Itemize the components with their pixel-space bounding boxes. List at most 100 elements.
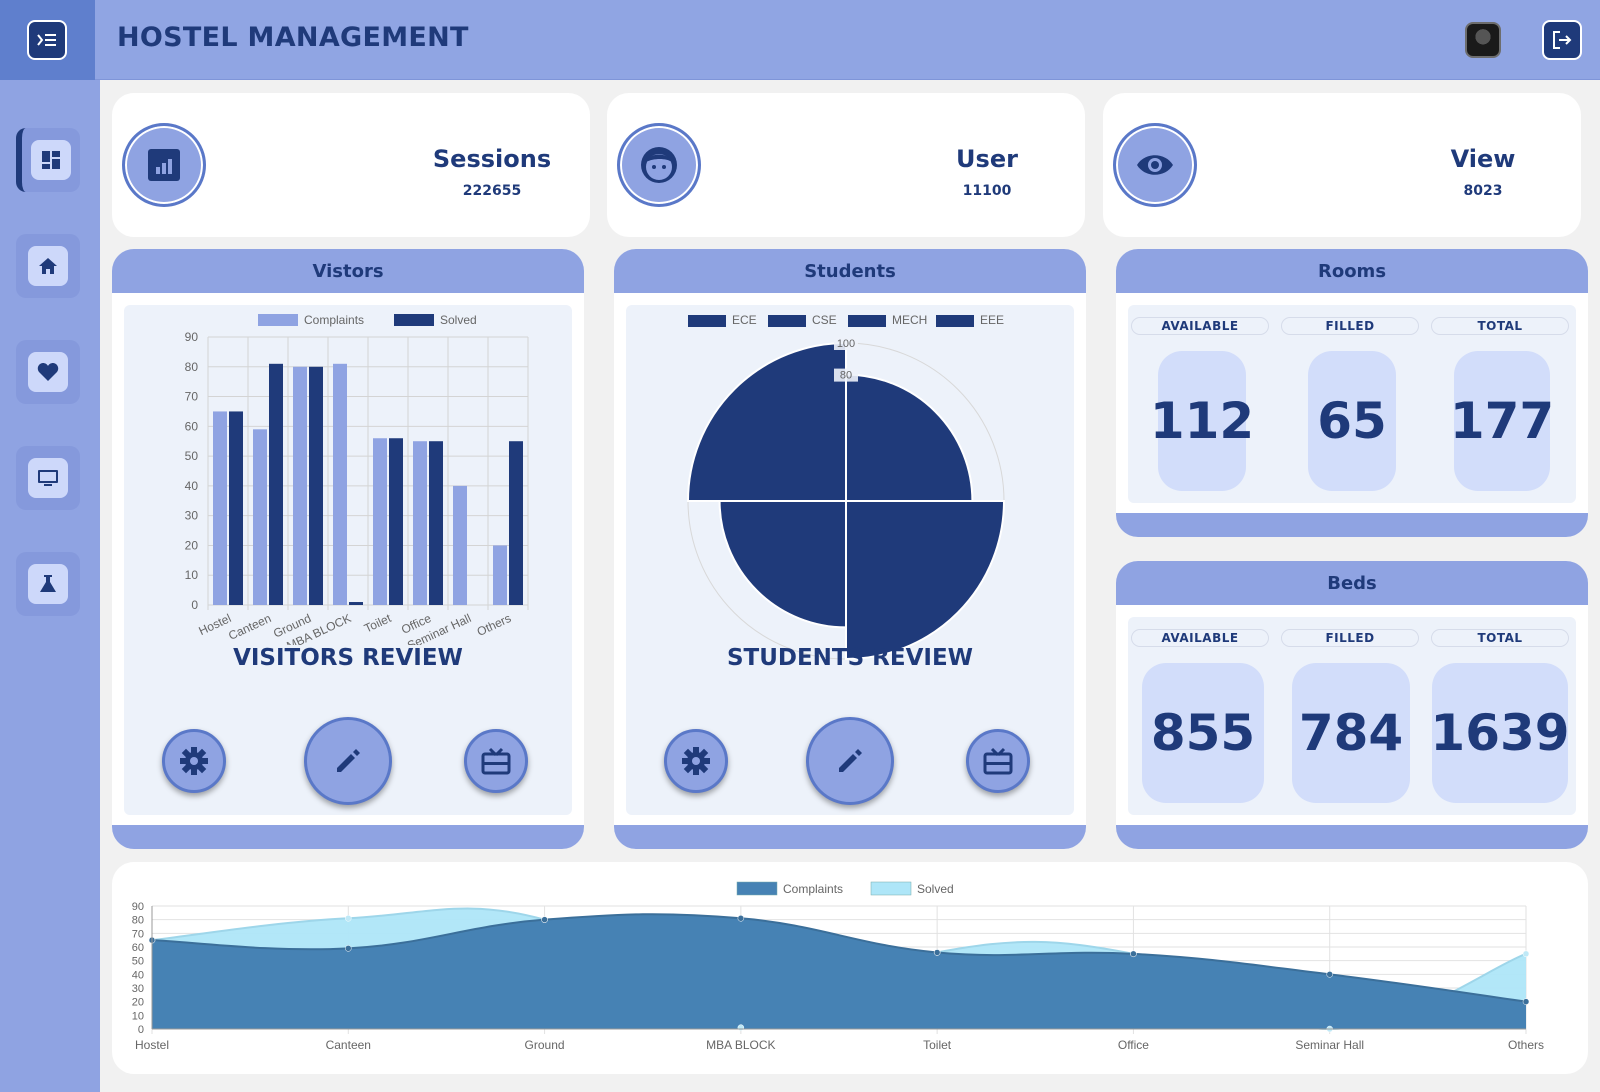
bar — [373, 438, 387, 605]
x-tick-label: Office — [1118, 1038, 1149, 1052]
data-point — [1130, 950, 1137, 958]
dashboard-icon — [31, 140, 71, 180]
rooms-available-label: AVAILABLE — [1131, 317, 1269, 335]
beds-available-value: 855 — [1142, 663, 1264, 803]
stat-title: View — [1450, 145, 1516, 173]
legend-label: MECH — [892, 313, 927, 327]
legend-label: Complaints — [783, 882, 843, 896]
gear-icon — [180, 747, 208, 775]
panel-footer — [1116, 513, 1588, 537]
eye-icon — [1113, 123, 1197, 207]
bar — [309, 366, 323, 605]
header: HOSTEL MANAGEMENT — [95, 0, 1600, 80]
pencil-icon — [839, 749, 862, 772]
legend-label: CSE — [812, 313, 837, 327]
bar — [389, 438, 403, 605]
radial-tick-label: 80 — [840, 370, 852, 382]
sidebar-item-favorites[interactable] — [16, 340, 80, 404]
legend-swatch — [394, 314, 434, 326]
y-tick-label: 50 — [132, 956, 144, 968]
stat-card-view: View 8023 — [1103, 93, 1581, 237]
legend-swatch — [768, 315, 806, 327]
polar-slice — [718, 500, 847, 629]
panel-title: Students — [614, 249, 1086, 293]
y-tick-label: 0 — [191, 598, 198, 612]
monitor-icon — [28, 458, 68, 498]
bar — [413, 441, 427, 605]
card-giftcard-icon — [481, 747, 511, 775]
rooms-filled-label: FILLED — [1281, 317, 1419, 335]
panel-title: Vistors — [112, 249, 584, 293]
panel-footer — [112, 825, 584, 849]
logout-button[interactable] — [1542, 20, 1582, 60]
x-tick-label: MBA BLOCK — [706, 1038, 775, 1052]
legend-label: ECE — [732, 313, 757, 327]
data-point — [737, 915, 745, 922]
x-tick-label: Others — [475, 611, 514, 639]
complaints-area-chart: Complaints Solved 0 1020 30 4050 60 7080 90 Hoste… — [132, 881, 1544, 1052]
bar — [509, 441, 523, 605]
edit-button[interactable] — [806, 717, 894, 805]
data-point — [345, 945, 352, 952]
data-point — [541, 916, 548, 923]
y-tick-label: 80 — [185, 360, 199, 374]
data-point — [737, 1024, 745, 1031]
stat-value: 8023 — [1463, 183, 1503, 199]
data-point — [1326, 971, 1333, 978]
panel-title: Rooms — [1116, 249, 1588, 293]
visitors-bar-chart: Complaints Solved0102030405060708090Hoste… — [185, 313, 529, 645]
legend-label: Solved — [440, 313, 477, 327]
x-tick-label: Toilet — [923, 1038, 952, 1052]
card-giftcard-button[interactable] — [966, 729, 1030, 793]
x-tick-label: Ground — [525, 1038, 565, 1052]
settings-button[interactable] — [664, 729, 728, 793]
bar — [253, 429, 267, 605]
legend-label: Solved — [917, 882, 954, 896]
legend-swatch — [736, 881, 778, 896]
menu-toggle-button[interactable] — [27, 20, 67, 60]
rooms-panel-body: AVAILABLE FILLED TOTAL 112 65 177 — [1128, 305, 1576, 503]
polar-slice — [686, 341, 847, 502]
sidebar-item-home[interactable] — [16, 234, 80, 298]
y-tick-label: 40 — [185, 479, 199, 493]
bar — [429, 441, 443, 605]
beds-filled-value: 784 — [1292, 663, 1410, 803]
stat-title: Sessions — [432, 145, 552, 173]
y-tick-label: 50 — [185, 449, 199, 463]
gear-icon — [682, 747, 710, 775]
y-tick-label: 70 — [185, 390, 199, 404]
sidebar-item-dashboard[interactable] — [16, 128, 80, 192]
sidebar-item-monitor[interactable] — [16, 446, 80, 510]
legend-swatch — [258, 314, 298, 326]
polar-slice — [845, 373, 974, 502]
y-tick-label: 70 — [132, 928, 144, 940]
x-tick-label: Seminar Hall — [1295, 1038, 1364, 1052]
beds-total-label: TOTAL — [1431, 629, 1569, 647]
stat-title: User — [956, 145, 1018, 173]
bar — [213, 411, 227, 605]
edit-button[interactable] — [304, 717, 392, 805]
y-tick-label: 10 — [132, 1010, 144, 1022]
rooms-filled-value: 65 — [1308, 351, 1396, 491]
avatar[interactable] — [1465, 22, 1501, 58]
bar — [229, 411, 243, 605]
panel-footer — [1116, 825, 1588, 849]
stat-value: 11100 — [962, 183, 1012, 199]
legend-swatch — [688, 315, 726, 327]
x-tick-label: Others — [1508, 1038, 1544, 1052]
y-tick-label: 60 — [185, 419, 199, 433]
sidebar-item-lab[interactable] — [16, 552, 80, 616]
visitors-review-title: VISITORS REVIEW — [233, 645, 463, 671]
legend-swatch — [848, 315, 886, 327]
settings-button[interactable] — [162, 729, 226, 793]
bar — [453, 485, 467, 605]
card-giftcard-button[interactable] — [464, 729, 528, 793]
polar-slice — [845, 500, 1006, 661]
stat-card-user: User 11100 — [607, 93, 1085, 237]
beds-panel: Beds AVAILABLE FILLED TOTAL 855 784 1639 — [1116, 561, 1588, 849]
home-icon — [28, 246, 68, 286]
y-tick-label: 40 — [132, 969, 144, 981]
rooms-available-value: 112 — [1150, 351, 1254, 491]
y-tick-label: 30 — [132, 983, 144, 995]
bar — [269, 363, 283, 605]
